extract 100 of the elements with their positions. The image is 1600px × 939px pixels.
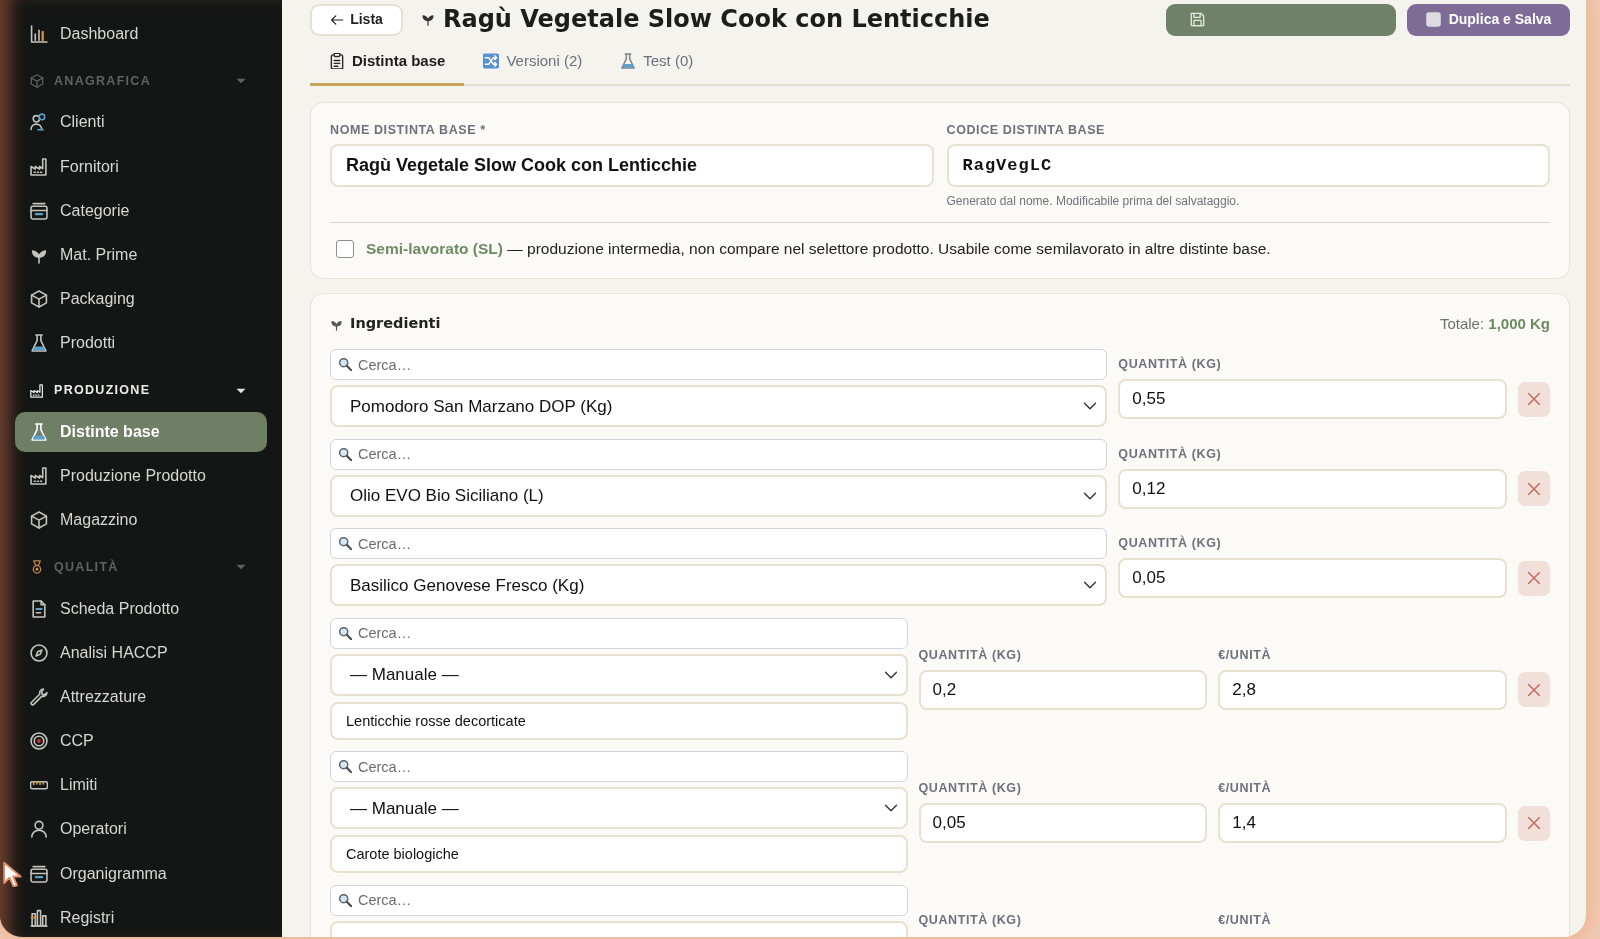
clipboard-icon (329, 53, 345, 69)
factory-icon (30, 157, 48, 176)
sidebar-item[interactable]: Categorie (15, 190, 267, 231)
search-icon (339, 626, 352, 640)
sidebar-item[interactable]: Fornitori (15, 146, 267, 187)
remove-button[interactable] (1518, 471, 1550, 507)
sidebar-item[interactable]: Attrezzature (15, 676, 267, 717)
save-button[interactable] (1166, 3, 1396, 36)
search-field[interactable]: Cerca… (330, 349, 1108, 381)
sidebar-item[interactable]: Clienti (15, 102, 267, 143)
remove-button[interactable] (1518, 560, 1550, 596)
sidebar-item[interactable]: Organigramma (15, 853, 267, 894)
back-button[interactable]: Lista (310, 3, 403, 36)
duplicate-button[interactable]: Duplica e Salva (1407, 3, 1570, 36)
field-label: QUANTITÀ (KG) (1118, 446, 1223, 462)
quantity-input[interactable]: 0,05 (1118, 558, 1507, 599)
flask-icon (30, 422, 48, 441)
section-title[interactable]: PRODUZIONE (54, 381, 151, 400)
field-label: €/UNITÀ (1218, 647, 1273, 663)
field-label: CODICE DISTINTA BASE (946, 123, 1107, 138)
code-input[interactable]: RagVegLC (946, 144, 1550, 187)
tray-icon (30, 201, 48, 220)
ingredient-dropdown[interactable]: Basilico Genovese Fresco (Kg) (330, 564, 1108, 607)
tab[interactable]: Versioni (2) (464, 39, 602, 86)
field-label: QUANTITÀ (KG) (918, 912, 1023, 928)
section-title: Ingredienti (350, 314, 441, 334)
ingredient-dropdown[interactable]: — Manuale — (330, 653, 908, 696)
arrow-left-icon (330, 12, 345, 27)
user-icon (30, 820, 48, 839)
sidebar-item[interactable]: CCP (15, 721, 267, 762)
search-icon (339, 537, 352, 551)
ingredient-name-input[interactable]: Lenticchie rosse decorticate (330, 701, 908, 740)
search-icon (339, 760, 352, 774)
field-label: €/UNITÀ (1218, 912, 1273, 928)
search-field[interactable]: Cerca… (330, 751, 908, 783)
close-icon (1528, 482, 1540, 495)
total-text: Totale: 1,000 Kg (1439, 314, 1550, 334)
tab[interactable]: Distinta base (310, 39, 465, 86)
field-label: QUANTITÀ (KG) (918, 781, 1023, 797)
quantity-input[interactable]: 0,12 (1118, 468, 1507, 509)
search-icon (339, 358, 352, 372)
ingredient-dropdown[interactable]: Olio EVO Bio Siciliano (L) (330, 474, 1108, 517)
sidebar-item[interactable]: Analisi HACCP (15, 632, 267, 673)
quantity-input[interactable]: 0,55 (1118, 379, 1507, 420)
box-icon (30, 511, 48, 530)
tray-icon (30, 864, 48, 883)
column-chart-icon (30, 908, 48, 927)
factory-icon (30, 466, 48, 485)
chevron-icon (884, 668, 897, 681)
search-field[interactable]: Cerca… (330, 528, 1108, 560)
help-text: Generato dal nome. Modificabile prima del salvataggio. (946, 193, 1241, 210)
sidebar-item[interactable]: Distinte base (15, 411, 267, 452)
factory-icon (30, 383, 44, 398)
close-icon (1528, 393, 1540, 406)
search-field[interactable]: Cerca… (330, 884, 908, 916)
quantity-input[interactable]: 0,05 (918, 803, 1208, 844)
sidebar-item[interactable]: Dashboard (15, 14, 267, 55)
sidebar-item[interactable]: Operatori (15, 809, 267, 850)
cursor-icon (2, 862, 22, 887)
document-icon (30, 599, 48, 618)
field-label: NOME DISTINTA BASE * (330, 123, 487, 138)
remove-button[interactable] (1518, 381, 1550, 417)
tab[interactable]: Test (0) (601, 39, 713, 86)
target-icon (30, 732, 48, 751)
compass-icon (30, 643, 48, 662)
name-input[interactable]: Ragù Vegetale Slow Cook con Lenticchie (330, 144, 934, 187)
sidebar-item[interactable]: Magazzino (15, 500, 267, 541)
chevron-icon (1084, 489, 1097, 502)
sidebar-item[interactable]: Prodotti (15, 323, 267, 364)
sidebar-item[interactable]: Produzione Prodotto (15, 455, 267, 496)
box-icon (30, 290, 48, 309)
remove-button[interactable] (1518, 805, 1550, 841)
remove-button[interactable] (1518, 672, 1550, 708)
page-title: Ragù Vegetale Slow Cook con Lenticchie (443, 5, 990, 34)
quantity-input[interactable]: 0,2 (918, 669, 1208, 710)
sidebar-item[interactable]: Scheda Prodotto (15, 588, 267, 629)
price-input[interactable]: 1,4 (1218, 803, 1507, 844)
ingredient-dropdown[interactable]: — Manuale — (330, 787, 908, 830)
sidebar-item[interactable]: Packaging (15, 279, 267, 320)
field-label: QUANTITÀ (KG) (1118, 357, 1223, 373)
ingredient-name-input[interactable]: Carote biologiche (330, 835, 908, 874)
search-icon (339, 893, 352, 907)
close-icon (1528, 817, 1540, 830)
close-icon (1528, 572, 1540, 585)
ingredient-dropdown[interactable]: Pomodoro San Marzano DOP (Kg) (330, 385, 1108, 428)
field-label: QUANTITÀ (KG) (1118, 536, 1223, 552)
checkbox[interactable] (336, 239, 354, 258)
search-field[interactable]: Cerca… (330, 617, 908, 649)
search-icon (339, 447, 352, 461)
shuffle-icon (483, 53, 500, 69)
sprout-icon (421, 12, 435, 27)
flask-icon (620, 53, 637, 69)
sidebar-item[interactable]: Registri (15, 897, 267, 937)
sidebar-item[interactable]: Mat. Prime (15, 235, 267, 276)
wrench-icon (30, 687, 48, 706)
search-field[interactable]: Cerca… (330, 438, 1108, 470)
sidebar-item[interactable]: Limiti (15, 765, 267, 806)
checkbox-label: Semi-lavorato (SL) — produzione intermedia, non compare nel selettore prodotto. Usabile come semilavorato in altre distinte base. (366, 239, 1271, 259)
medal-icon (30, 560, 44, 575)
price-input[interactable]: 2,8 (1218, 669, 1507, 710)
